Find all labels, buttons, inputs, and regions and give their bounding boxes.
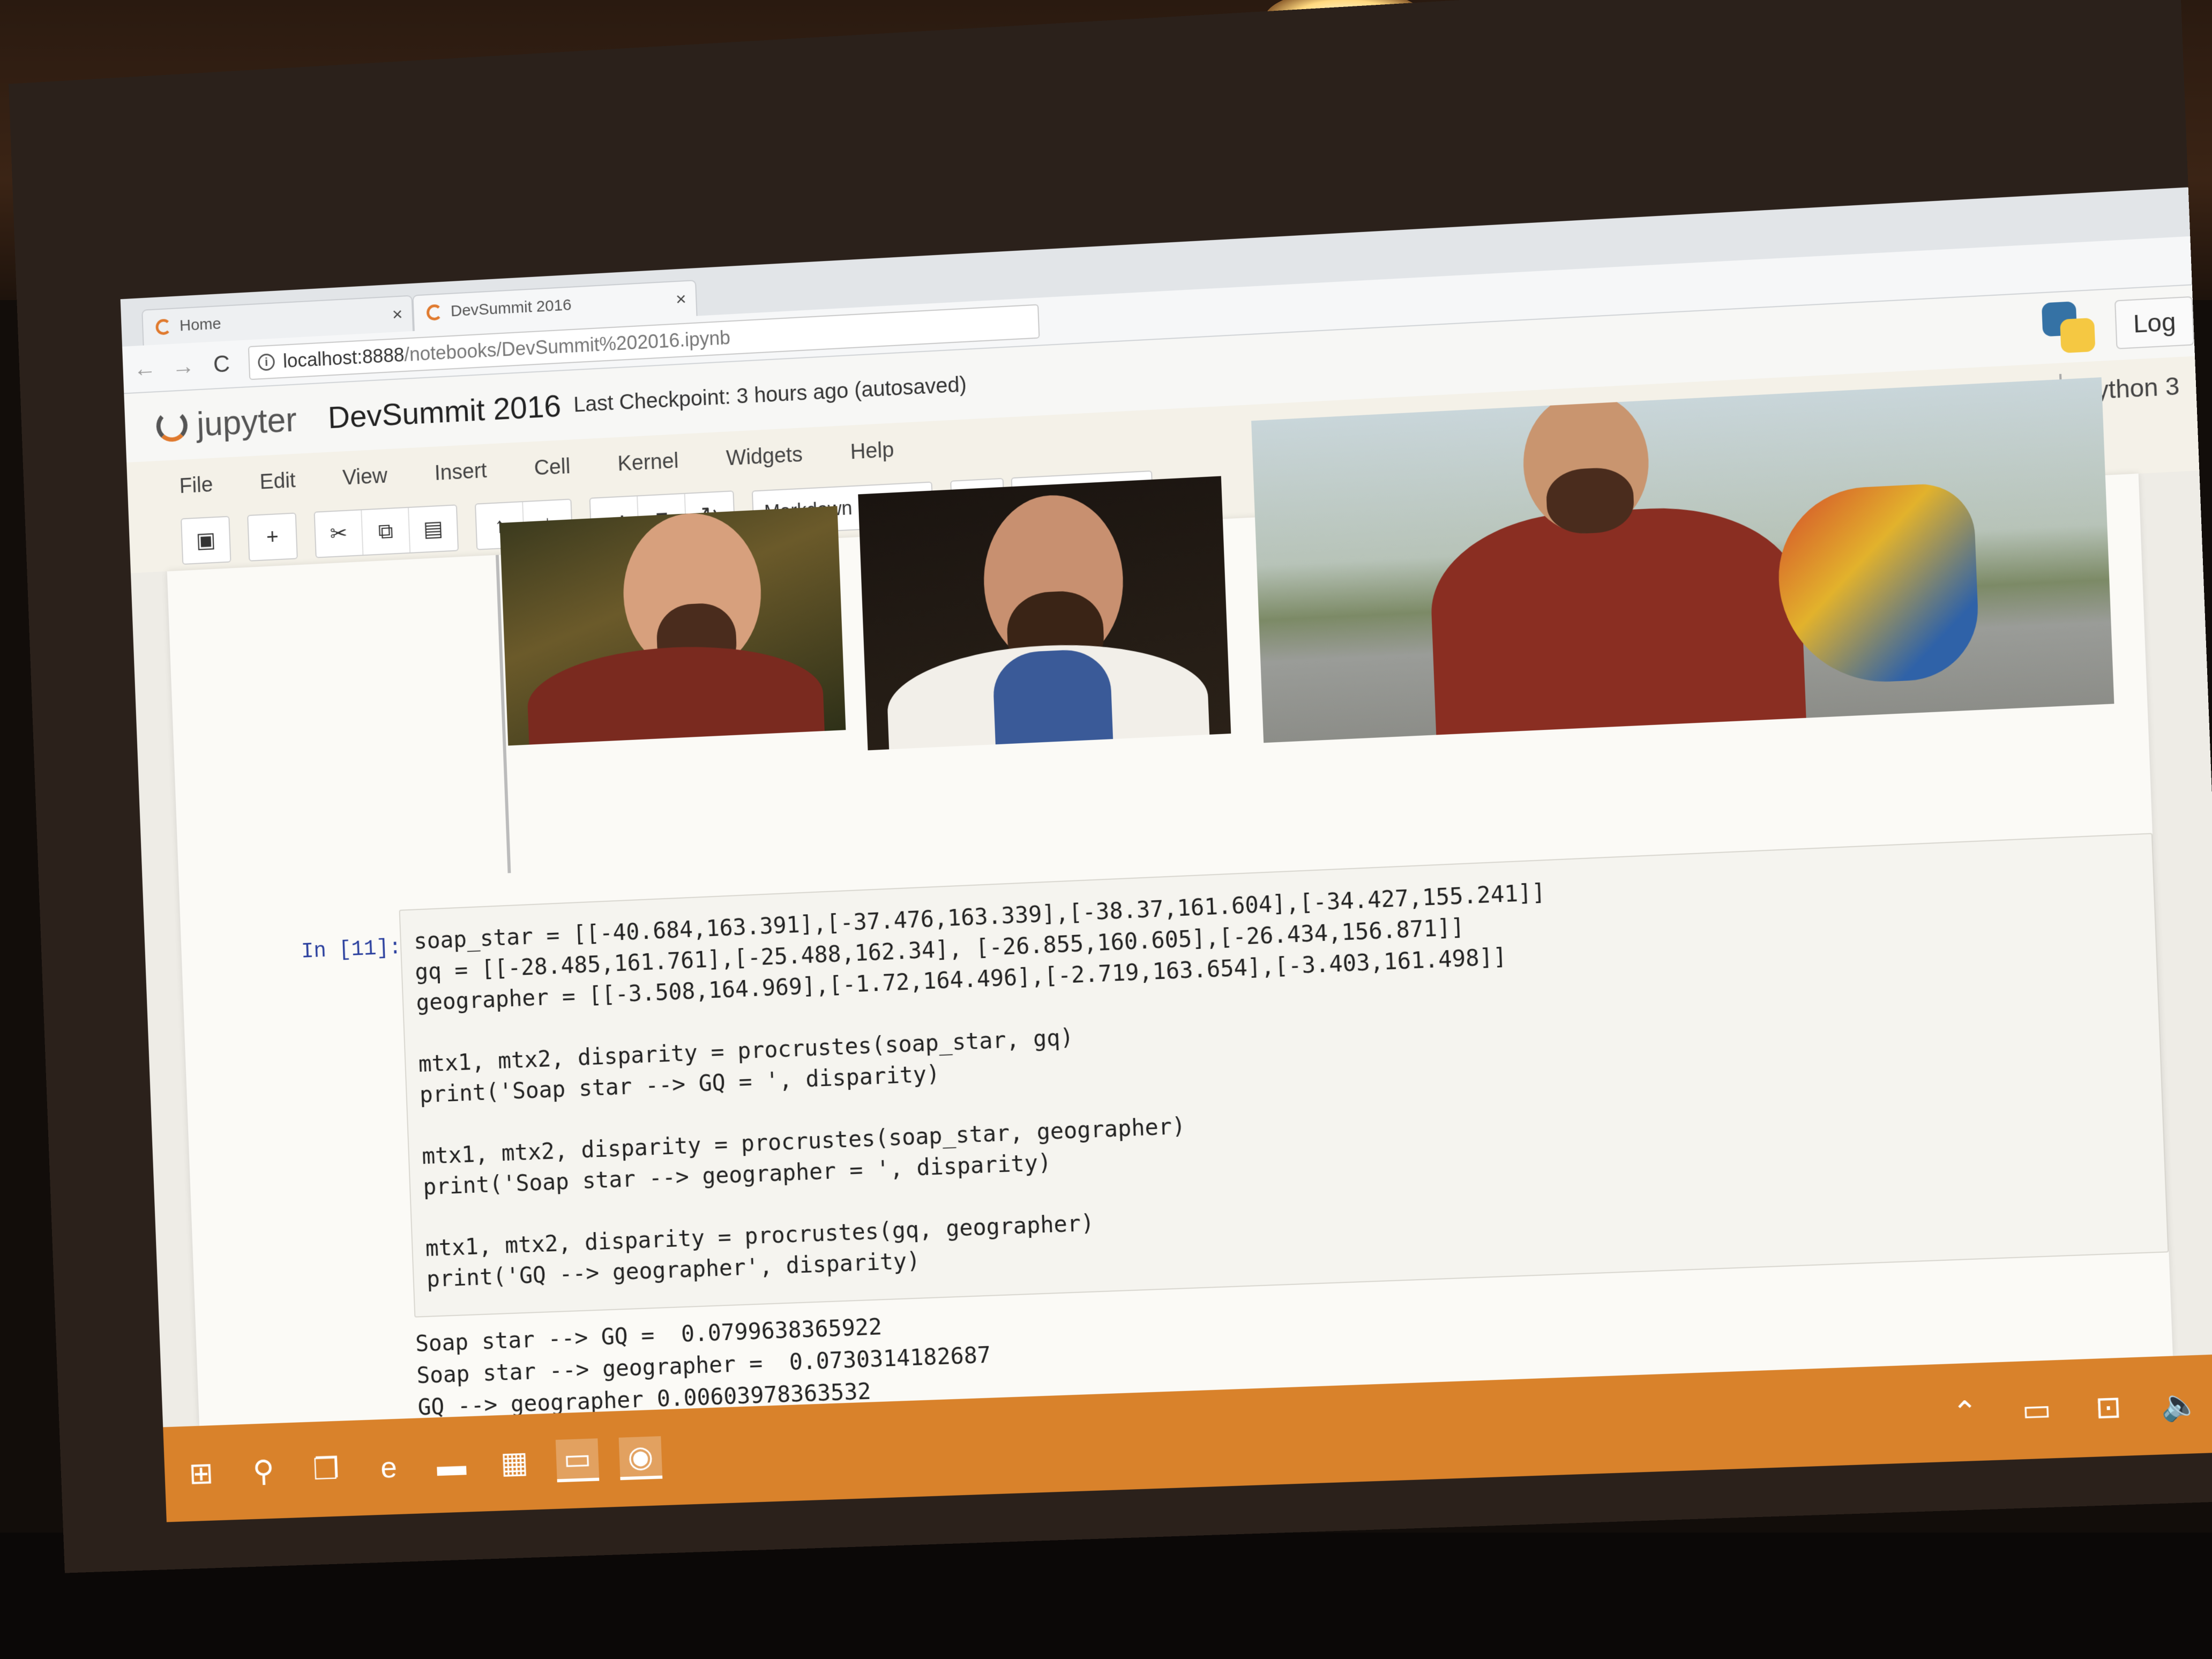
forward-arrow-icon[interactable]: →: [171, 353, 195, 380]
chrome-icon[interactable]: ◉: [618, 1436, 663, 1481]
info-icon[interactable]: i: [257, 353, 275, 371]
jupyter-favicon-icon: [426, 304, 443, 321]
save-group: ▣: [181, 515, 231, 565]
copy-icon[interactable]: ⧉: [362, 507, 411, 555]
tab-home-label: Home: [179, 315, 222, 335]
tab-devsummit-label: DevSummit 2016: [450, 296, 572, 320]
network-icon[interactable]: ⊡: [2086, 1385, 2132, 1430]
code-editor[interactable]: soap_star = [[-40.684,163.391],[-37.476,…: [399, 833, 2169, 1318]
windows-start-icon[interactable]: ⊞: [180, 1452, 223, 1495]
menu-view[interactable]: View: [342, 464, 387, 490]
tab-close-icon[interactable]: ×: [675, 289, 686, 310]
jupyter-logo-icon: [155, 409, 189, 443]
tab-close-icon[interactable]: ×: [392, 304, 403, 325]
jupyter-logo-text: jupyter: [196, 400, 298, 444]
paste-icon[interactable]: ▤: [409, 505, 458, 552]
insert-group: +: [247, 512, 298, 562]
url-path: /notebooks/DevSummit%202016.ipynb: [403, 326, 731, 366]
search-icon[interactable]: ⚲: [242, 1449, 285, 1493]
url-host: localhost:8888: [282, 343, 405, 372]
projection-screen: Home × DevSummit 2016 × ← → C i localhos…: [9, 0, 2212, 1573]
face-photo-geographer: [1251, 377, 2114, 743]
notebook-container: In [11]: soap_star = [[-40.684,163.391],…: [130, 377, 2212, 1428]
cut-icon[interactable]: ✂: [315, 510, 364, 557]
menu-file[interactable]: File: [179, 473, 213, 498]
menu-widgets[interactable]: Widgets: [726, 443, 803, 470]
save-icon[interactable]: ▣: [182, 517, 230, 564]
battery-icon[interactable]: ▭: [2014, 1387, 2059, 1432]
logout-button[interactable]: Log: [2114, 296, 2195, 349]
face-photo-gq: [858, 476, 1231, 751]
header-right: Log: [2037, 285, 2195, 364]
notebook-title[interactable]: DevSummit 2016: [327, 388, 562, 436]
menu-edit[interactable]: Edit: [259, 468, 296, 494]
menu-help[interactable]: Help: [850, 438, 894, 464]
back-arrow-icon[interactable]: ←: [133, 355, 156, 382]
system-tray: ⌃ ▭ ⊡ 🔈: [1942, 1381, 2212, 1434]
clipboard-group: ✂ ⧉ ▤: [313, 504, 459, 558]
store-icon[interactable]: ▦: [492, 1440, 536, 1484]
checkpoint-status: Last Checkpoint: 3 hours ago (autosaved): [573, 372, 967, 416]
task-view-icon[interactable]: ❐: [304, 1447, 348, 1491]
jupyter-favicon-icon: [155, 318, 172, 335]
edge-browser-icon[interactable]: e: [367, 1445, 410, 1489]
volume-icon[interactable]: 🔈: [2157, 1382, 2203, 1428]
chevron-up-icon[interactable]: ⌃: [1942, 1390, 1988, 1435]
projected-desktop: Home × DevSummit 2016 × ← → C i localhos…: [120, 187, 2212, 1522]
python-logo-icon: [2037, 296, 2101, 359]
add-cell-icon[interactable]: +: [248, 514, 297, 561]
file-explorer-icon[interactable]: ▬: [430, 1443, 473, 1486]
notebook-page: In [11]: soap_star = [[-40.684,163.391],…: [167, 377, 2173, 1427]
menu-cell[interactable]: Cell: [534, 454, 571, 480]
reload-icon[interactable]: C: [210, 351, 234, 378]
face-photo-soap-star: [499, 506, 846, 746]
cell-prompt: In [11]:: [301, 936, 402, 965]
jupyter-logo[interactable]: jupyter: [155, 400, 297, 446]
menu-kernel[interactable]: Kernel: [617, 449, 679, 476]
terminal-icon[interactable]: ▭: [555, 1438, 600, 1483]
menu-insert[interactable]: Insert: [434, 459, 487, 485]
